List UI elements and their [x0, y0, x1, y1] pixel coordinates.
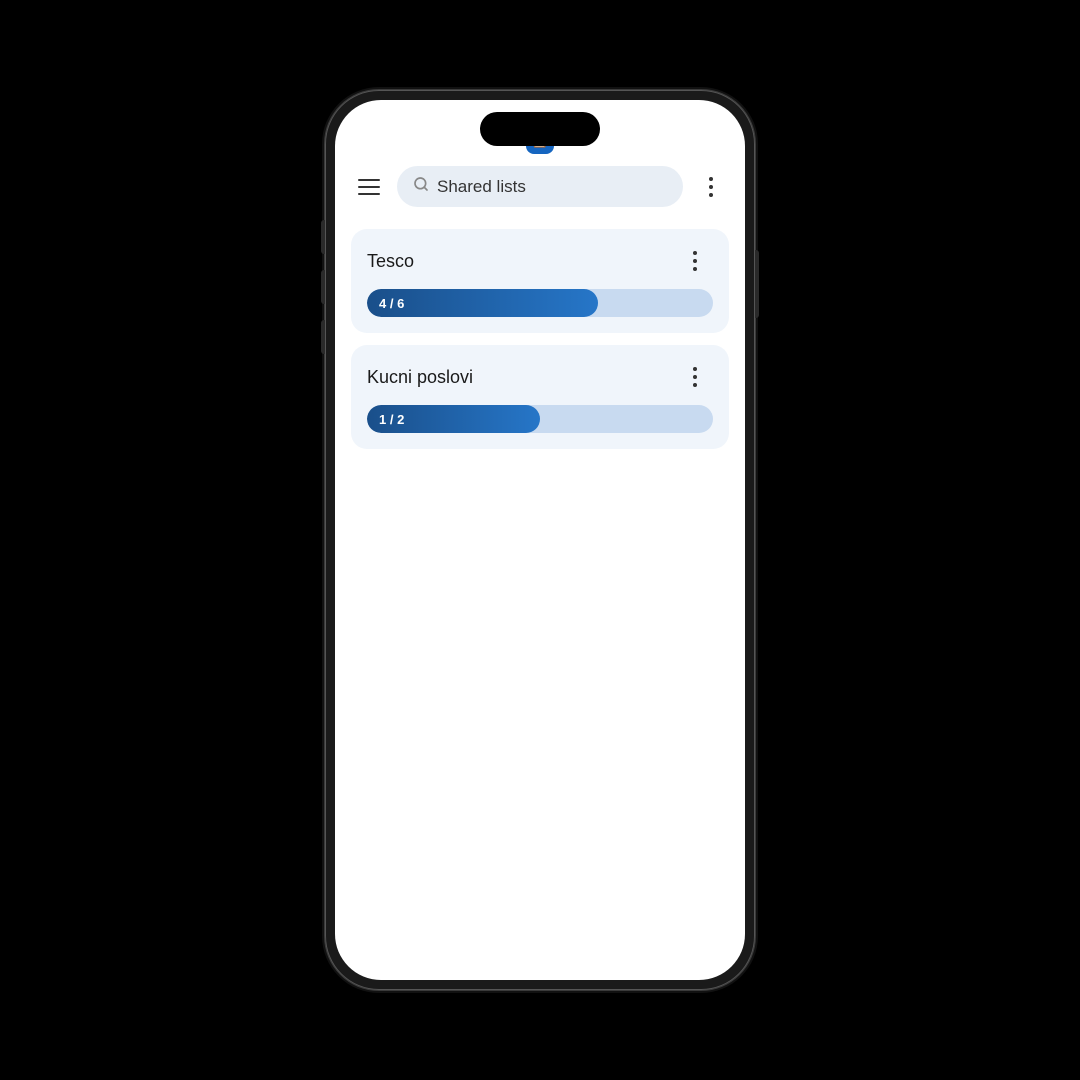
dynamic-island: [480, 112, 600, 146]
tesco-progress-bar-container: 4 / 6: [367, 289, 713, 317]
kucni-progress-label: 1 / 2: [379, 412, 404, 427]
list-card-kucni-header: Kucni poslovi: [367, 359, 713, 395]
hamburger-line-2: [358, 186, 380, 188]
content-area: Tesco 4 / 6: [335, 219, 745, 459]
tesco-progress-fill: 4 / 6: [367, 289, 598, 317]
search-icon: [413, 176, 429, 197]
kucni-more-button[interactable]: [677, 359, 713, 395]
tesco-more-icon: [693, 251, 697, 271]
top-bar: Shared lists: [335, 158, 745, 219]
phone-frame: 📋 Shared lists: [325, 90, 755, 990]
list-card-tesco[interactable]: Tesco 4 / 6: [351, 229, 729, 333]
search-bar[interactable]: Shared lists: [397, 166, 683, 207]
list-card-kucni[interactable]: Kucni poslovi 1 / 2: [351, 345, 729, 449]
tesco-more-button[interactable]: [677, 243, 713, 279]
kucni-progress-fill: 1 / 2: [367, 405, 540, 433]
phone-screen: 📋 Shared lists: [335, 100, 745, 980]
search-label: Shared lists: [437, 177, 526, 197]
list-card-tesco-header: Tesco: [367, 243, 713, 279]
list-title-kucni: Kucni poslovi: [367, 367, 473, 388]
hamburger-line-3: [358, 193, 380, 195]
menu-button[interactable]: [351, 169, 387, 205]
tesco-progress-label: 4 / 6: [379, 296, 404, 311]
kucni-progress-bar-container: 1 / 2: [367, 405, 713, 433]
kucni-more-icon: [693, 367, 697, 387]
list-title-tesco: Tesco: [367, 251, 414, 272]
more-vert-icon: [709, 177, 713, 197]
hamburger-line-1: [358, 179, 380, 181]
header-more-button[interactable]: [693, 169, 729, 205]
